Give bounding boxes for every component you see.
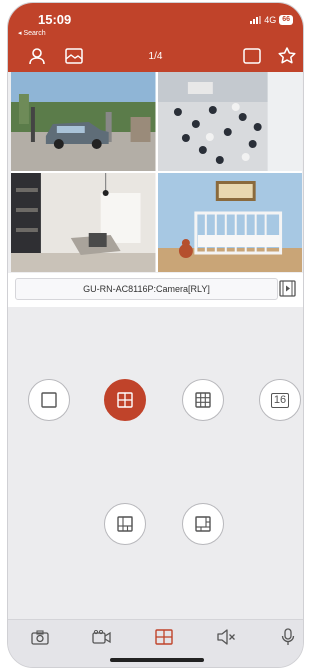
living-room-image [11,173,156,272]
nine-view-icon [195,392,211,408]
quad-layout-button[interactable] [104,379,146,421]
camera-view-2[interactable] [157,72,302,171]
network-type: 4G [264,15,277,25]
status-indicators: 4G 66 [250,15,293,25]
camera-name: GU-RN-AC8116P:Camera[RLY] [15,278,278,300]
phone-screen: 15:09 ◂ Search 4G 66 1/4 GU-RN-AC8116P:C… [7,2,304,668]
custom-layout-b-button[interactable] [182,503,224,545]
single-layout-button[interactable] [28,379,70,421]
playback-icon[interactable] [279,280,296,297]
record-icon[interactable] [92,628,112,646]
office-crowd-image [157,72,302,171]
camera-grid [11,72,302,272]
parking-lot-image [11,72,156,171]
home-indicator[interactable] [110,658,204,662]
nursery-image [157,173,302,272]
custom-view-b-icon [195,516,211,532]
nine-layout-button[interactable] [182,379,224,421]
grid-icon[interactable] [154,628,174,646]
signal-icon [250,16,262,24]
top-header: 15:09 ◂ Search 4G 66 1/4 [8,3,303,72]
camera-view-1[interactable] [11,72,156,171]
back-to-search[interactable]: ◂ Search [18,29,46,37]
sixteen-view-icon: 16 [270,392,290,408]
layout-panel: 16 [8,307,303,619]
microphone-icon[interactable] [278,628,298,646]
mute-icon[interactable] [216,628,236,646]
custom-layout-a-button[interactable] [104,503,146,545]
star-icon[interactable] [276,45,298,67]
battery-badge: 66 [279,15,293,25]
camera-view-4[interactable] [157,173,302,272]
single-view-icon [41,392,57,408]
status-time: 15:09 [38,12,72,27]
fullscreen-icon[interactable] [241,45,263,67]
quad-view-icon [117,392,133,408]
camera-name-bar: GU-RN-AC8116P:Camera[RLY] [8,273,303,307]
camera-view-3[interactable] [11,173,156,272]
camera-icon[interactable] [30,628,50,646]
sixteen-layout-button[interactable]: 16 [259,379,301,421]
custom-view-a-icon [117,516,133,532]
